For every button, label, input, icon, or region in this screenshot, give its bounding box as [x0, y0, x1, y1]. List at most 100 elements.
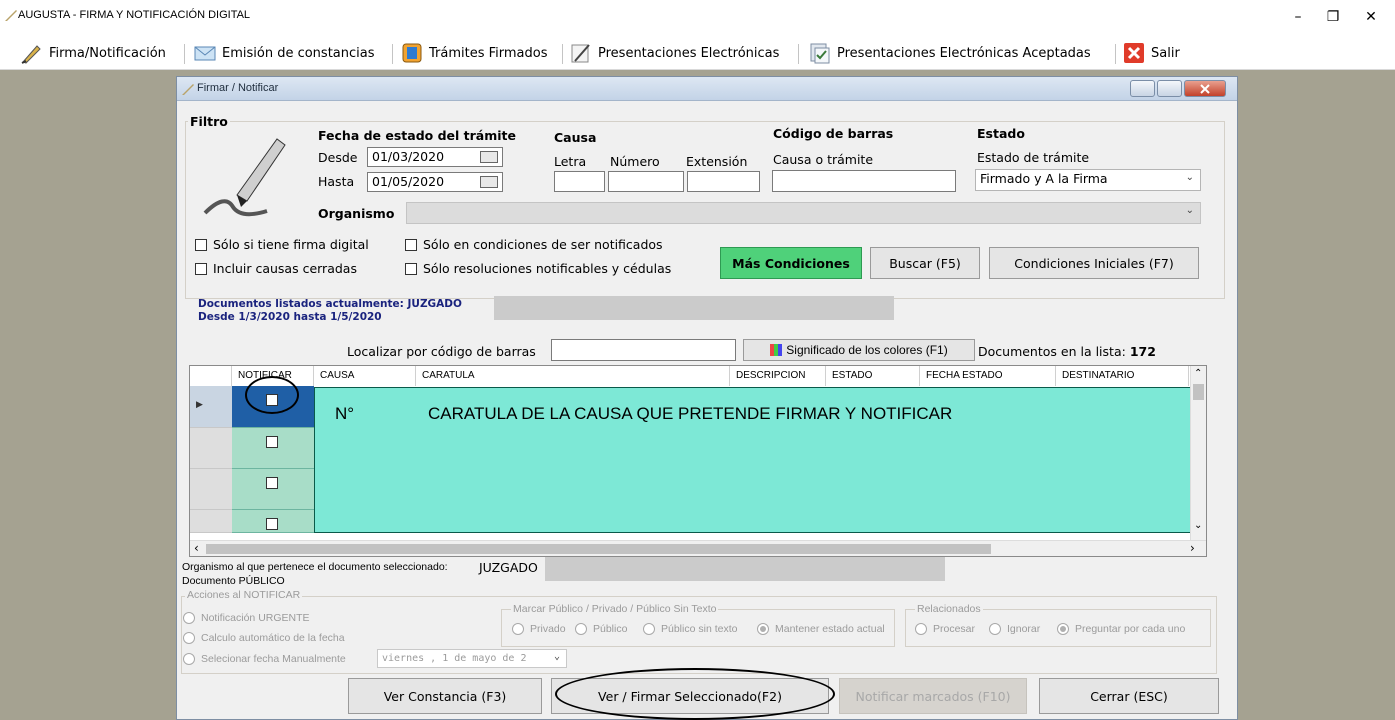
fecha-manual-picker[interactable]: viernes , 1 de mayo de 2 ⌄	[377, 649, 567, 668]
localizar-label: Localizar por código de barras	[347, 344, 536, 359]
notificar-cell[interactable]	[232, 469, 314, 510]
pen-document-icon	[571, 44, 590, 63]
toolbar-salir[interactable]: Salir	[1122, 40, 1180, 66]
toolbar-emision-constancias[interactable]: Emisión de constancias	[193, 40, 375, 66]
hasta-value: 01/05/2020	[372, 174, 445, 189]
extension-label: Extensión	[686, 154, 748, 169]
causas-cerradas-checkbox[interactable]	[195, 263, 207, 275]
fecha-manual-radio[interactable]	[183, 653, 195, 665]
column-header-caratula[interactable]: CARATULA	[416, 366, 730, 386]
numero-input[interactable]	[608, 171, 684, 192]
scrollbar-thumb[interactable]	[206, 544, 991, 554]
row-selector[interactable]: ▶	[190, 386, 232, 428]
app-title: AUGUSTA - FIRMA Y NOTIFICACIÓN DIGITAL	[18, 9, 251, 21]
dialog-title: Firmar / Notificar	[197, 82, 279, 94]
desde-date-picker[interactable]: 01/03/2020	[367, 147, 503, 167]
letra-label: Letra	[554, 154, 587, 169]
mantener-estado-radio[interactable]	[757, 623, 769, 635]
minimize-button[interactable]: –	[1283, 6, 1313, 28]
mas-condiciones-button[interactable]: Más Condiciones	[720, 247, 862, 279]
codigo-label: Causa o trámite	[773, 152, 874, 167]
extension-input[interactable]	[687, 171, 760, 192]
calculo-automatico-label: Calculo automático de la fecha	[201, 632, 345, 644]
scrollbar-thumb[interactable]	[1193, 384, 1204, 400]
column-header-causa[interactable]: CAUSA	[314, 366, 416, 386]
envelope-icon	[194, 46, 216, 61]
scroll-up-icon[interactable]: ⌃	[1194, 368, 1202, 379]
mantener-estado-label: Mantener estado actual	[775, 623, 885, 635]
buscar-button[interactable]: Buscar (F5)	[870, 247, 980, 279]
scroll-right-icon[interactable]: ›	[1190, 541, 1195, 555]
organismo-label: Organismo	[318, 206, 395, 221]
letra-input[interactable]	[554, 171, 605, 192]
vertical-scrollbar[interactable]: ⌃ ⌄	[1190, 366, 1206, 540]
chevron-down-icon: ⌄	[1185, 172, 1194, 183]
urgente-label: Notificación URGENTE	[201, 612, 310, 624]
ignorar-radio[interactable]	[989, 623, 1001, 635]
toolbar-presentaciones-aceptadas[interactable]: Presentaciones Electrónicas Aceptadas	[808, 40, 1091, 66]
listing-line-1: Documentos listados actualmente: JUZGADO	[198, 298, 462, 310]
estado-select[interactable]: Firmado y A la Firma ⌄	[975, 169, 1201, 191]
urgente-radio[interactable]	[183, 612, 195, 624]
notificar-checkbox[interactable]	[266, 518, 278, 530]
dialog-titlebar: Firmar / Notificar	[177, 77, 1237, 101]
column-header-fecha-estado[interactable]: FECHA ESTADO	[920, 366, 1056, 386]
redacted-area	[494, 296, 894, 320]
condiciones-notificados-checkbox[interactable]	[405, 239, 417, 251]
publico-radio[interactable]	[575, 623, 587, 635]
notificar-marcados-button[interactable]: Notificar marcados (F10)	[839, 678, 1027, 714]
preguntar-radio[interactable]	[1057, 623, 1069, 635]
dialog-maximize-button[interactable]	[1157, 80, 1182, 97]
notificar-cell[interactable]	[232, 510, 314, 533]
organismo-select[interactable]: ⌄	[406, 202, 1201, 224]
feather-pen-icon	[182, 84, 194, 95]
condiciones-iniciales-button[interactable]: Condiciones Iniciales (F7)	[989, 247, 1199, 279]
toolbar-separator	[798, 44, 799, 64]
firma-digital-checkbox[interactable]	[195, 239, 207, 251]
row-selector[interactable]	[190, 428, 232, 469]
row-selector[interactable]	[190, 510, 232, 533]
hasta-date-picker[interactable]: 01/05/2020	[367, 172, 503, 192]
fecha-heading: Fecha de estado del trámite	[318, 128, 516, 143]
scroll-left-icon[interactable]: ‹	[194, 541, 199, 555]
toolbar-tramites-firmados[interactable]: Trámites Firmados	[400, 40, 548, 66]
toolbar-presentaciones-electronicas[interactable]: Presentaciones Electrónicas	[569, 40, 779, 66]
dialog-minimize-button[interactable]	[1130, 80, 1155, 97]
column-header-destinatario[interactable]: DESTINATARIO	[1056, 366, 1189, 386]
relacionados-legend: Relacionados	[915, 603, 983, 615]
notificar-checkbox[interactable]	[266, 436, 278, 448]
publico-sin-texto-radio[interactable]	[643, 623, 655, 635]
toolbar-separator	[1115, 44, 1116, 64]
signed-book-icon	[402, 43, 422, 63]
resoluciones-notificables-label: Sólo resoluciones notificables y cédulas	[423, 261, 672, 276]
close-button[interactable]: ✕	[1356, 6, 1386, 28]
grid-header-rowsel	[190, 366, 232, 386]
toolbar-label: Firma/Notificación	[49, 45, 166, 61]
procesar-radio[interactable]	[915, 623, 927, 635]
column-header-descripcion[interactable]: DESCRIPCION	[730, 366, 826, 386]
resoluciones-notificables-checkbox[interactable]	[405, 263, 417, 275]
ver-constancia-button[interactable]: Ver Constancia (F3)	[348, 678, 542, 714]
documents-grid[interactable]: NOTIFICAR CAUSA CARATULA DESCRIPCION EST…	[189, 365, 1207, 557]
column-header-estado[interactable]: ESTADO	[826, 366, 920, 386]
notificar-checkbox[interactable]	[266, 477, 278, 489]
restore-button[interactable]: ❐	[1318, 6, 1348, 28]
toolbar-separator	[392, 44, 393, 64]
pen-icon	[21, 45, 41, 64]
significado-colores-button[interactable]: Significado de los colores (F1)	[743, 339, 975, 361]
documento-publico-label: Documento PÚBLICO	[182, 575, 285, 587]
doc-count-text: Documentos en la lista: 172	[978, 344, 1156, 359]
row-selector[interactable]	[190, 469, 232, 510]
notificar-cell[interactable]	[232, 428, 314, 469]
localizar-input[interactable]	[551, 339, 736, 361]
quill-pen-icon	[203, 138, 286, 217]
calculo-automatico-radio[interactable]	[183, 632, 195, 644]
dialog-close-button[interactable]	[1184, 80, 1226, 97]
privado-radio[interactable]	[512, 623, 524, 635]
publico-label: Público	[593, 623, 628, 635]
codigo-barras-input[interactable]	[772, 170, 956, 192]
toolbar-firma-notificacion[interactable]: Firma/Notificación	[20, 40, 166, 66]
cerrar-button[interactable]: Cerrar (ESC)	[1039, 678, 1219, 714]
horizontal-scrollbar[interactable]: ‹ ›	[190, 540, 1206, 556]
scroll-down-icon[interactable]: ⌄	[1194, 520, 1202, 531]
